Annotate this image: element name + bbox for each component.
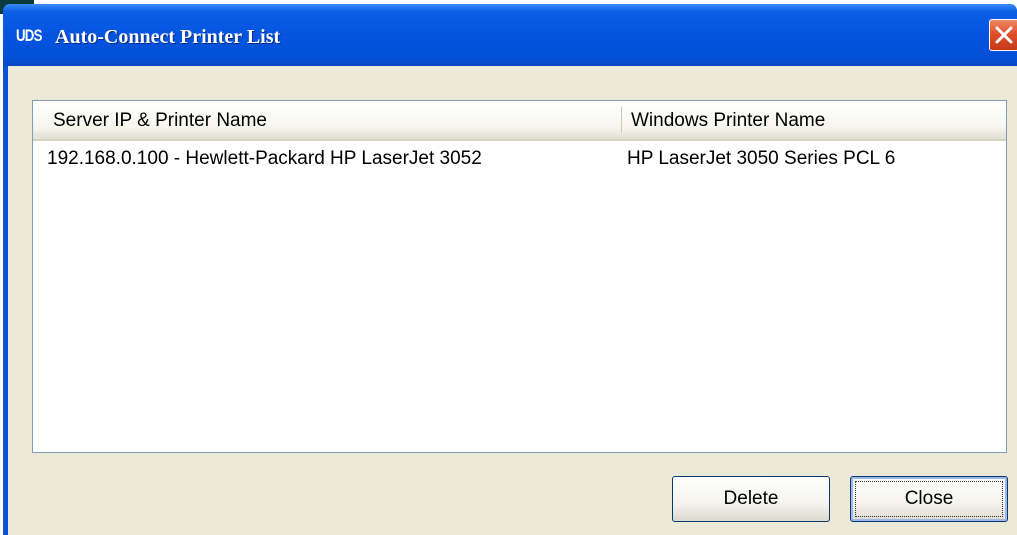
cell-server-printer: 192.168.0.100 - Hewlett-Packard HP Laser…	[47, 148, 482, 169]
cell-windows-printer: HP LaserJet 3050 Series PCL 6	[627, 148, 896, 169]
delete-button-label: Delete	[723, 488, 779, 509]
dialog-body: Server IP & Printer Name Windows Printer…	[8, 66, 1017, 535]
dialog-window: UDS Auto-Connect Printer List Server IP …	[3, 4, 1017, 535]
app-icon: UDS	[16, 26, 42, 45]
column-header-windows-printer[interactable]: Windows Printer Name	[631, 110, 825, 132]
focus-rect	[855, 481, 1003, 517]
delete-button[interactable]: Delete	[672, 476, 830, 522]
close-window-button[interactable]	[989, 19, 1017, 51]
printer-list[interactable]: Server IP & Printer Name Windows Printer…	[32, 100, 1007, 453]
window-title: Auto-Connect Printer List	[55, 26, 281, 48]
column-header-server[interactable]: Server IP & Printer Name	[53, 110, 267, 132]
column-divider[interactable]	[621, 107, 622, 133]
title-bar[interactable]: UDS Auto-Connect Printer List	[3, 4, 1017, 66]
close-button[interactable]: Close	[850, 476, 1008, 522]
list-header: Server IP & Printer Name Windows Printer…	[33, 101, 1006, 141]
list-item[interactable]: 192.168.0.100 - Hewlett-Packard HP Laser…	[33, 145, 1006, 175]
close-icon	[995, 26, 1013, 44]
